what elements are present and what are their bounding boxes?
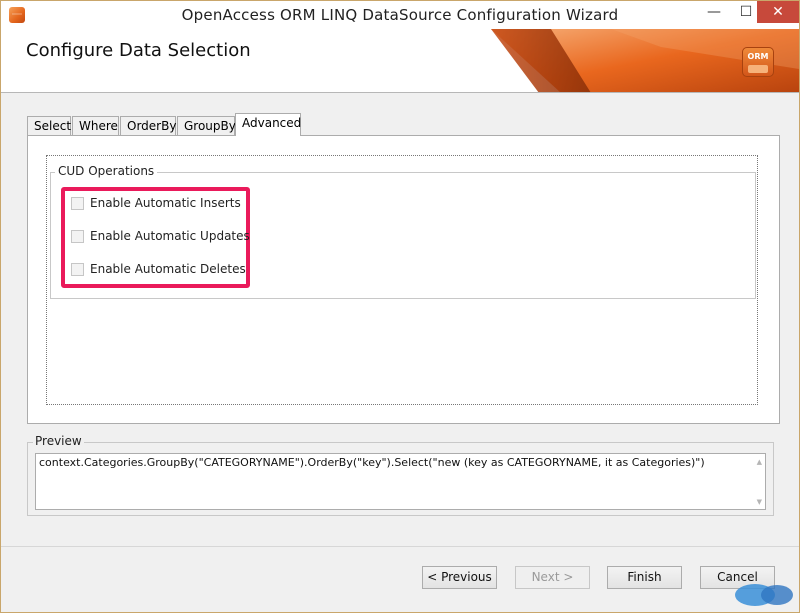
enable-inserts-label: Enable Automatic Inserts	[90, 196, 241, 210]
footer-separator	[1, 546, 799, 547]
watermark-logo-icon	[735, 584, 793, 606]
orm-logo-stripe	[748, 65, 768, 73]
preview-legend: Preview	[33, 434, 84, 448]
preview-query-text: context.Categories.GroupBy("CATEGORYNAME…	[39, 456, 705, 469]
previous-button[interactable]: < Previous	[422, 566, 497, 589]
enable-updates-label: Enable Automatic Updates	[90, 229, 250, 243]
page-title: Configure Data Selection	[26, 40, 251, 61]
orm-logo-text: ORM	[747, 52, 769, 61]
window-title: OpenAccess ORM LINQ DataSource Configura…	[181, 6, 619, 24]
preview-group: Preview context.Categories.GroupBy("CATE…	[27, 434, 774, 516]
advanced-tab-panel: CUD Operations Enable Automatic Inserts …	[27, 135, 780, 424]
scroll-down-arrow-icon[interactable]: ▼	[757, 498, 762, 506]
minimize-button[interactable]: —	[699, 1, 729, 23]
next-button[interactable]: Next >	[515, 566, 590, 589]
orm-logo-icon: ORM	[742, 47, 774, 77]
focus-frame: CUD Operations Enable Automatic Inserts …	[46, 155, 758, 405]
tab-orderby[interactable]: OrderBy	[120, 116, 176, 136]
cud-operations-legend: CUD Operations	[55, 164, 158, 178]
enable-updates-checkbox[interactable]	[71, 230, 84, 243]
tab-where[interactable]: Where	[72, 116, 119, 136]
enable-deletes-checkbox[interactable]	[71, 263, 84, 276]
wizard-window: OpenAccess ORM LINQ DataSource Configura…	[0, 0, 800, 613]
finish-button[interactable]: Finish	[607, 566, 682, 589]
tab-advanced[interactable]: Advanced	[235, 113, 301, 136]
cud-operations-group: CUD Operations Enable Automatic Inserts …	[50, 164, 756, 299]
tab-select[interactable]: Select	[27, 116, 71, 136]
preview-textbox[interactable]: context.Categories.GroupBy("CATEGORYNAME…	[35, 453, 766, 510]
tab-groupby[interactable]: GroupBy	[177, 116, 236, 136]
wizard-header: Configure Data Selection ORM	[1, 29, 799, 93]
enable-deletes-label: Enable Automatic Deletes	[90, 262, 246, 276]
title-bar: OpenAccess ORM LINQ DataSource Configura…	[1, 1, 799, 29]
close-button[interactable]: ✕	[757, 1, 799, 23]
enable-inserts-checkbox[interactable]	[71, 197, 84, 210]
scroll-up-arrow-icon[interactable]: ▲	[757, 458, 762, 466]
